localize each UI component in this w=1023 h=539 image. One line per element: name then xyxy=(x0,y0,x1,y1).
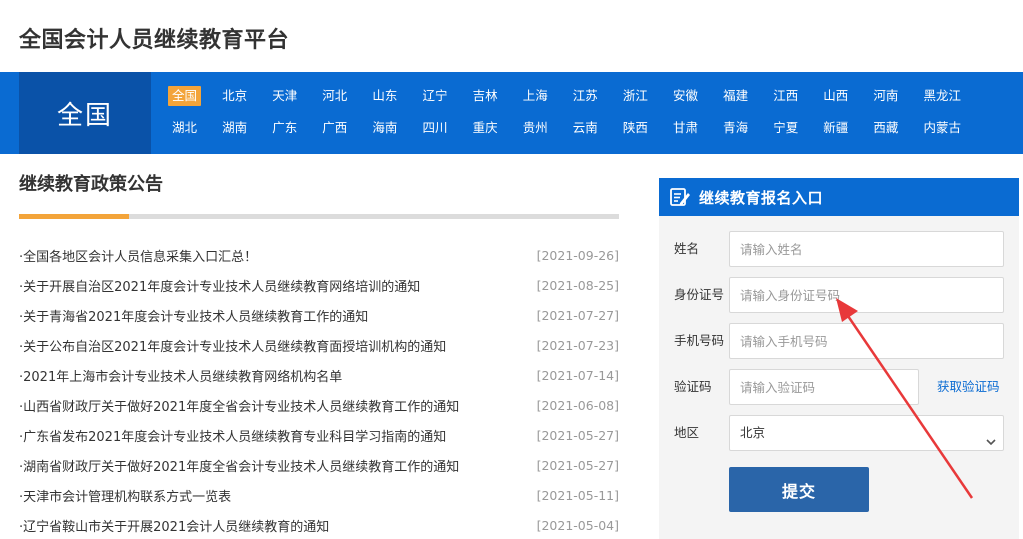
section-divider xyxy=(19,214,619,219)
chevron-down-icon xyxy=(985,427,997,446)
news-date: [2021-07-14] xyxy=(536,367,619,383)
news-title-link[interactable]: ·辽宁省鞍山市关于开展2021会计人员继续教育的通知 xyxy=(19,516,329,535)
region-link[interactable]: 甘肃 xyxy=(669,118,702,138)
news-date: [2021-08-25] xyxy=(536,277,619,293)
news-title-link[interactable]: ·湖南省财政厅关于做好2021年度全省会计专业技术人员继续教育工作的通知 xyxy=(19,456,459,475)
region-link[interactable]: 西藏 xyxy=(869,118,902,138)
news-list: ·全国各地区会计人员信息采集入口汇总！ [2021-09-26] ·关于开展自治区2… xyxy=(19,240,619,539)
region-link[interactable]: 内蒙古 xyxy=(920,118,966,138)
news-date: [2021-05-04] xyxy=(536,517,619,533)
region-link[interactable]: 福建 xyxy=(719,86,752,106)
news-item: ·关于青海省2021年度会计专业技术人员继续教育工作的通知 [2021-07-27… xyxy=(19,300,619,330)
news-title-link[interactable]: ·广东省发布2021年度会计专业技术人员继续教育专业科目学习指南的通知 xyxy=(19,426,446,445)
region-link[interactable]: 天津 xyxy=(268,86,301,106)
get-captcha-link[interactable]: 获取验证码 xyxy=(937,369,1000,405)
region-link[interactable]: 安徽 xyxy=(669,86,702,106)
captcha-input[interactable] xyxy=(729,369,919,405)
news-title-link[interactable]: ·山西省财政厅关于做好2021年度全省会计专业技术人员继续教育工作的通知 xyxy=(19,396,459,415)
region-select[interactable]: 北京 xyxy=(729,415,1004,451)
news-title-link[interactable]: ·2021年上海市会计专业技术人员继续教育网络机构名单 xyxy=(19,366,342,385)
region-link[interactable]: 江苏 xyxy=(569,86,602,106)
region-link[interactable]: 江西 xyxy=(769,86,802,106)
news-item: ·关于开展自治区2021年度会计专业技术人员继续教育网络培训的通知 [2021-0… xyxy=(19,270,619,300)
region-select-value: 北京 xyxy=(740,425,766,440)
region-label: 地区 xyxy=(674,425,700,440)
phone-row: 手机号码 xyxy=(659,323,1019,359)
region-link[interactable]: 山东 xyxy=(368,86,401,106)
news-date: [2021-05-27] xyxy=(536,427,619,443)
name-row: 姓名 xyxy=(659,231,1019,267)
news-title-link[interactable]: ·关于开展自治区2021年度会计专业技术人员继续教育网络培训的通知 xyxy=(19,276,420,295)
region-link[interactable]: 湖南 xyxy=(218,118,251,138)
region-link[interactable]: 山西 xyxy=(819,86,852,106)
news-date: [2021-05-27] xyxy=(536,457,619,473)
region-link[interactable]: 宁夏 xyxy=(769,118,802,138)
region-link[interactable]: 黑龙江 xyxy=(920,86,966,106)
news-item: ·关于公布自治区2021年度会计专业技术人员继续教育面授培训机构的通知 [2021… xyxy=(19,330,619,360)
news-item: ·广东省发布2021年度会计专业技术人员继续教育专业科目学习指南的通知 [2021… xyxy=(19,420,619,450)
news-title-link[interactable]: ·天津市会计管理机构联系方式一览表 xyxy=(19,486,231,505)
region-link[interactable]: 贵州 xyxy=(519,118,552,138)
region-link[interactable]: 吉林 xyxy=(469,86,502,106)
news-item: ·全国各地区会计人员信息采集入口汇总！ [2021-09-26] xyxy=(19,240,619,270)
submit-button[interactable]: 提交 xyxy=(729,467,869,512)
region-link[interactable]: 河北 xyxy=(318,86,351,106)
news-item: ·天津市会计管理机构联系方式一览表 [2021-05-11] xyxy=(19,480,619,510)
policy-section: 继续教育政策公告 ·全国各地区会计人员信息采集入口汇总！ [2021-09-26]… xyxy=(19,170,619,535)
region-link[interactable]: 北京 xyxy=(218,86,251,106)
news-date: [2021-06-08] xyxy=(536,397,619,413)
region-link[interactable]: 广东 xyxy=(268,118,301,138)
region-link[interactable]: 云南 xyxy=(569,118,602,138)
region-link[interactable]: 河南 xyxy=(869,86,902,106)
section-divider-accent xyxy=(19,214,129,219)
registration-header: 继续教育报名入口 xyxy=(659,178,1019,216)
registration-panel: 继续教育报名入口 姓名 身份证号 手机号码 验证码 获取验证码 地区 北京 提交 xyxy=(659,178,1019,539)
news-item: ·2021年上海市会计专业技术人员继续教育网络机构名单 [2021-07-14] xyxy=(19,360,619,390)
region-link[interactable]: 陕西 xyxy=(619,118,652,138)
region-link[interactable]: 四川 xyxy=(419,118,452,138)
current-region-label: 全国 xyxy=(19,72,151,154)
news-date: [2021-09-26] xyxy=(536,247,619,263)
captcha-label: 验证码 xyxy=(674,379,712,394)
id-number-input[interactable] xyxy=(729,277,1004,313)
news-date: [2021-07-27] xyxy=(536,307,619,323)
site-title: 全国会计人员继续教育平台 xyxy=(19,28,290,53)
name-input[interactable] xyxy=(729,231,1004,267)
region-link[interactable]: 广西 xyxy=(318,118,351,138)
id-number-label: 身份证号 xyxy=(674,287,725,302)
news-item: ·辽宁省鞍山市关于开展2021会计人员继续教育的通知 [2021-05-04] xyxy=(19,510,619,539)
edit-form-icon xyxy=(669,186,691,208)
region-link[interactable]: 辽宁 xyxy=(419,86,452,106)
phone-input[interactable] xyxy=(729,323,1004,359)
region-link[interactable]: 重庆 xyxy=(469,118,502,138)
news-date: [2021-07-23] xyxy=(536,337,619,353)
news-item: ·山西省财政厅关于做好2021年度全省会计专业技术人员继续教育工作的通知 [202… xyxy=(19,390,619,420)
news-title-link[interactable]: ·全国各地区会计人员信息采集入口汇总！ xyxy=(19,246,257,265)
region-link[interactable]: 浙江 xyxy=(619,86,652,106)
id-number-row: 身份证号 xyxy=(659,277,1019,313)
region-bar: 全国 全国 北京 天津 河北 山东 辽宁 吉林 上海 江苏 浙江 安徽 福建 江西 山西 河南 黑龙江 湖北 湖南… xyxy=(0,72,1023,154)
site-header: 全国会计人员继续教育平台 xyxy=(0,0,1023,72)
region-link[interactable]: 湖北 xyxy=(168,118,201,138)
phone-label: 手机号码 xyxy=(674,333,725,348)
registration-title: 继续教育报名入口 xyxy=(699,188,824,207)
region-link[interactable]: 全国 xyxy=(168,86,202,106)
captcha-row: 验证码 获取验证码 xyxy=(659,369,1019,405)
region-link[interactable]: 新疆 xyxy=(819,118,852,138)
name-label: 姓名 xyxy=(674,241,700,256)
region-row: 地区 北京 xyxy=(659,415,1019,451)
policy-section-title: 继续教育政策公告 xyxy=(19,174,163,195)
news-date: [2021-05-11] xyxy=(536,487,619,503)
region-link[interactable]: 海南 xyxy=(368,118,401,138)
region-link[interactable]: 青海 xyxy=(719,118,752,138)
news-title-link[interactable]: ·关于青海省2021年度会计专业技术人员继续教育工作的通知 xyxy=(19,306,368,325)
news-item: ·湖南省财政厅关于做好2021年度全省会计专业技术人员继续教育工作的通知 [202… xyxy=(19,450,619,480)
region-link[interactable]: 上海 xyxy=(519,86,552,106)
news-title-link[interactable]: ·关于公布自治区2021年度会计专业技术人员继续教育面授培训机构的通知 xyxy=(19,336,446,355)
